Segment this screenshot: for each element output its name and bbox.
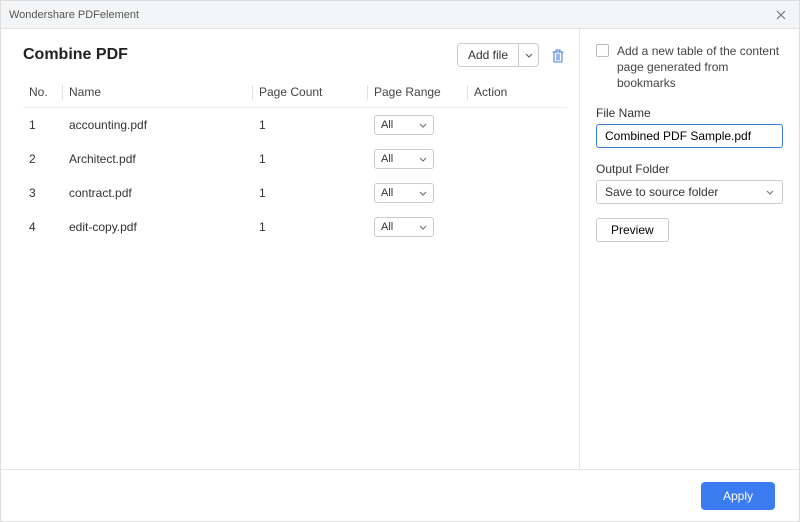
col-name: Name bbox=[63, 77, 253, 108]
cell-page-range: All bbox=[368, 176, 468, 210]
bookmark-checkbox-row: Add a new table of the content page gene… bbox=[596, 43, 783, 92]
page-range-select[interactable]: All bbox=[374, 149, 434, 169]
output-folder-value: Save to source folder bbox=[605, 185, 718, 199]
table-row[interactable]: 3contract.pdf1 All bbox=[23, 176, 567, 210]
file-name-field: File Name bbox=[596, 106, 783, 148]
page-range-value: All bbox=[381, 221, 393, 233]
cell-page-range: All bbox=[368, 142, 468, 176]
apply-button[interactable]: Apply bbox=[701, 482, 775, 510]
chevron-down-icon bbox=[419, 188, 427, 198]
cell-action bbox=[468, 108, 567, 143]
cell-action bbox=[468, 142, 567, 176]
preview-button[interactable]: Preview bbox=[596, 218, 669, 242]
cell-name: contract.pdf bbox=[63, 176, 253, 210]
col-page-count: Page Count bbox=[253, 77, 368, 108]
chevron-down-icon bbox=[419, 222, 427, 232]
output-folder-label: Output Folder bbox=[596, 162, 783, 176]
dialog-body: Combine PDF Add file No. bbox=[1, 29, 799, 469]
cell-page-count: 1 bbox=[253, 176, 368, 210]
output-folder-field: Output Folder Save to source folder bbox=[596, 162, 783, 204]
table-row[interactable]: 2Architect.pdf1 All bbox=[23, 142, 567, 176]
cell-page-count: 1 bbox=[253, 210, 368, 244]
cell-name: Architect.pdf bbox=[63, 142, 253, 176]
trash-icon bbox=[551, 48, 565, 63]
add-file-split-button: Add file bbox=[457, 43, 539, 67]
cell-page-range: All bbox=[368, 108, 468, 143]
output-folder-select[interactable]: Save to source folder bbox=[596, 180, 783, 204]
cell-no: 3 bbox=[23, 176, 63, 210]
main-panel: Combine PDF Add file No. bbox=[1, 29, 579, 469]
add-file-dropdown[interactable] bbox=[518, 44, 538, 66]
page-range-select[interactable]: All bbox=[374, 217, 434, 237]
cell-action bbox=[468, 176, 567, 210]
table-row[interactable]: 4edit-copy.pdf1 All bbox=[23, 210, 567, 244]
table-row[interactable]: 1accounting.pdf1 All bbox=[23, 108, 567, 143]
title-bar: Wondershare PDFelement bbox=[1, 1, 799, 29]
sidebar-panel: Add a new table of the content page gene… bbox=[579, 29, 799, 469]
page-range-select[interactable]: All bbox=[374, 115, 434, 135]
table-header-row: No. Name Page Count Page Range Action bbox=[23, 77, 567, 108]
bookmark-checkbox-label: Add a new table of the content page gene… bbox=[617, 43, 783, 92]
page-range-select[interactable]: All bbox=[374, 183, 434, 203]
file-name-input[interactable] bbox=[596, 124, 783, 148]
col-action: Action bbox=[468, 77, 567, 108]
window-title: Wondershare PDFelement bbox=[9, 9, 771, 21]
cell-action bbox=[468, 210, 567, 244]
add-file-button[interactable]: Add file bbox=[458, 44, 518, 66]
chevron-down-icon bbox=[419, 154, 427, 164]
add-file-group: Add file bbox=[457, 43, 567, 67]
chevron-down-icon bbox=[419, 120, 427, 130]
cell-no: 4 bbox=[23, 210, 63, 244]
file-table: No. Name Page Count Page Range Action 1a… bbox=[23, 77, 567, 244]
cell-page-count: 1 bbox=[253, 142, 368, 176]
page-title: Combine PDF bbox=[23, 46, 457, 64]
app-window: Wondershare PDFelement Combine PDF Add f… bbox=[0, 0, 800, 522]
file-name-label: File Name bbox=[596, 106, 783, 120]
cell-name: edit-copy.pdf bbox=[63, 210, 253, 244]
footer: Apply bbox=[1, 469, 799, 521]
col-no: No. bbox=[23, 77, 63, 108]
delete-button[interactable] bbox=[549, 46, 567, 64]
chevron-down-icon bbox=[525, 53, 533, 58]
cell-name: accounting.pdf bbox=[63, 108, 253, 143]
close-button[interactable] bbox=[771, 5, 791, 25]
cell-page-count: 1 bbox=[253, 108, 368, 143]
cell-no: 2 bbox=[23, 142, 63, 176]
chevron-down-icon bbox=[766, 187, 774, 197]
bookmark-checkbox[interactable] bbox=[596, 44, 609, 57]
page-range-value: All bbox=[381, 187, 393, 199]
cell-page-range: All bbox=[368, 210, 468, 244]
cell-no: 1 bbox=[23, 108, 63, 143]
page-range-value: All bbox=[381, 153, 393, 165]
close-icon bbox=[776, 10, 786, 20]
page-range-value: All bbox=[381, 119, 393, 131]
col-page-range: Page Range bbox=[368, 77, 468, 108]
main-header: Combine PDF Add file bbox=[23, 43, 567, 67]
